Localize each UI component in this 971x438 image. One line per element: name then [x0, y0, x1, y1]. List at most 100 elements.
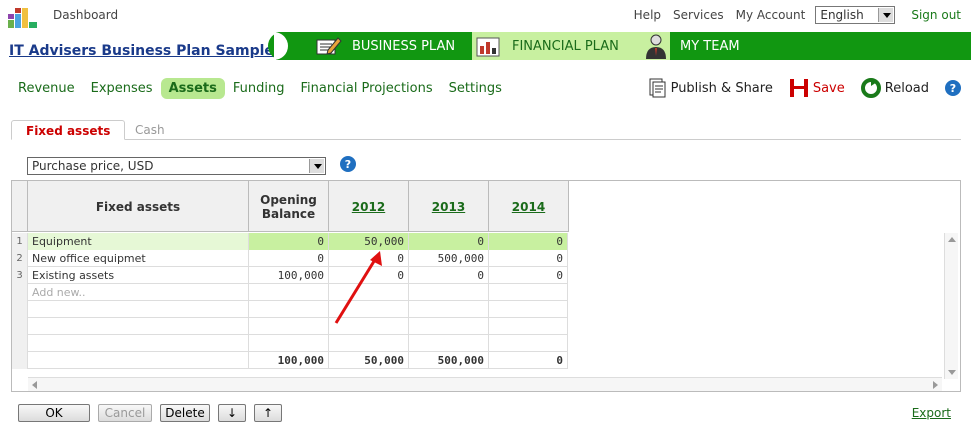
header-index-cell	[12, 181, 28, 232]
save-icon	[789, 78, 809, 98]
action-bar: Publish & Share Save Reload ?	[631, 78, 961, 98]
year-2014-cell[interactable]: 0	[489, 233, 568, 250]
empty-row[interactable]	[12, 335, 568, 352]
asset-name-cell[interactable]: Equipment	[28, 233, 249, 250]
subnav-revenue[interactable]: Revenue	[10, 78, 83, 99]
language-value: English	[820, 8, 864, 22]
sub-nav: Revenue Expenses Assets Funding Financia…	[10, 78, 510, 99]
ok-button[interactable]: OK	[18, 404, 90, 422]
empty-cell[interactable]	[409, 335, 489, 352]
total-year-2012: 50,000	[329, 352, 409, 369]
delete-button[interactable]: Delete	[160, 404, 210, 422]
year-2013-cell[interactable]: 500,000	[409, 250, 489, 267]
empty-cell[interactable]	[489, 318, 568, 335]
total-year-2014: 0	[489, 352, 568, 369]
empty-cell[interactable]	[489, 335, 568, 352]
subnav-expenses[interactable]: Expenses	[83, 78, 161, 99]
table-row[interactable]: 2 New office equipmet 0 0 500,000 0	[12, 250, 568, 267]
subnav-assets[interactable]: Assets	[160, 78, 225, 99]
main-nav-bar: BUSINESS PLAN FINANCIAL PLAN MY TEAM	[268, 32, 971, 60]
totals-label-cell	[28, 352, 249, 369]
language-select[interactable]: English	[815, 6, 896, 24]
year-2013-cell[interactable]: 0	[409, 267, 489, 284]
asset-name-cell[interactable]: New office equipmet	[28, 250, 249, 267]
measure-help-button[interactable]: ?	[340, 156, 356, 172]
empty-cell[interactable]	[409, 284, 489, 301]
scroll-up-icon[interactable]	[948, 237, 956, 242]
chevron-down-icon[interactable]	[309, 159, 324, 173]
save-button[interactable]: Save	[789, 78, 845, 98]
header-opening-balance: Opening Balance	[249, 181, 329, 232]
app-logo-icon[interactable]	[6, 2, 40, 30]
publish-share-button[interactable]: Publish & Share	[647, 78, 773, 98]
table-row[interactable]: 1 Equipment 0 50,000 0 0	[12, 233, 568, 250]
vertical-scrollbar[interactable]	[944, 233, 958, 379]
tab-cash[interactable]: Cash	[121, 120, 179, 140]
empty-cell[interactable]	[489, 301, 568, 318]
plan-title-link[interactable]: IT Advisers Business Plan Sample	[9, 43, 274, 59]
year-2014-cell[interactable]: 0	[489, 250, 568, 267]
empty-cell[interactable]	[28, 318, 249, 335]
subnav-funding[interactable]: Funding	[225, 78, 293, 99]
empty-cell[interactable]	[409, 301, 489, 318]
row-index	[12, 318, 28, 335]
asset-tabs: Fixed assets Cash	[11, 120, 961, 140]
help-button[interactable]: ?	[945, 80, 961, 96]
reload-label: Reload	[884, 80, 929, 96]
empty-cell[interactable]	[249, 284, 329, 301]
sign-out-link[interactable]: Sign out	[911, 8, 961, 22]
row-index: 3	[12, 267, 28, 284]
bar-chart-icon	[472, 32, 504, 60]
empty-cell[interactable]	[489, 284, 568, 301]
year-2013-cell[interactable]: 0	[409, 233, 489, 250]
red-arrow-annotation-icon	[334, 251, 382, 324]
empty-row[interactable]	[12, 318, 568, 335]
move-up-button[interactable]: ↑	[254, 404, 282, 422]
row-index	[12, 301, 28, 318]
reload-button[interactable]: Reload	[860, 78, 929, 98]
empty-cell[interactable]	[249, 335, 329, 352]
asset-name-cell[interactable]: Existing assets	[28, 267, 249, 284]
help-link[interactable]: Help	[634, 8, 661, 22]
my-account-link[interactable]: My Account	[736, 8, 806, 22]
totals-row: 100,000 50,000 500,000 0	[12, 352, 568, 369]
add-new-row[interactable]: Add new..	[12, 284, 568, 301]
scroll-down-icon[interactable]	[948, 370, 956, 375]
header-year-2013[interactable]: 2013	[409, 181, 489, 232]
empty-cell[interactable]	[249, 301, 329, 318]
cancel-button[interactable]: Cancel	[98, 404, 152, 422]
tab-fixed-assets[interactable]: Fixed assets	[11, 120, 126, 140]
header-year-2014[interactable]: 2014	[489, 181, 569, 232]
empty-cell[interactable]	[329, 335, 409, 352]
export-link[interactable]: Export	[912, 406, 951, 420]
opening-balance-cell[interactable]: 0	[249, 250, 329, 267]
services-link[interactable]: Services	[673, 8, 724, 22]
table-row[interactable]: 3 Existing assets 100,000 0 0 0	[12, 267, 568, 284]
tab-my-team-label: MY TEAM	[680, 38, 740, 54]
header-fixed-assets: Fixed assets	[28, 181, 249, 232]
header-year-2012[interactable]: 2012	[329, 181, 409, 232]
measure-select[interactable]: Purchase price, USD	[27, 157, 326, 175]
pencil-document-icon	[312, 32, 344, 60]
scroll-right-icon[interactable]	[933, 381, 938, 389]
opening-balance-cell[interactable]: 100,000	[249, 267, 329, 284]
scroll-left-icon[interactable]	[32, 381, 37, 389]
empty-cell[interactable]	[28, 301, 249, 318]
empty-cell[interactable]	[409, 318, 489, 335]
empty-row[interactable]	[12, 301, 568, 318]
subnav-financial-projections[interactable]: Financial Projections	[293, 78, 441, 99]
empty-cell[interactable]	[28, 335, 249, 352]
row-index	[12, 335, 28, 352]
horizontal-scrollbar[interactable]	[28, 377, 942, 391]
subnav-settings[interactable]: Settings	[441, 78, 510, 99]
move-down-button[interactable]: ↓	[218, 404, 246, 422]
chevron-down-icon[interactable]	[878, 8, 894, 22]
dashboard-link[interactable]: Dashboard	[53, 8, 118, 22]
opening-balance-cell[interactable]: 0	[249, 233, 329, 250]
publish-share-label: Publish & Share	[670, 80, 773, 96]
empty-cell[interactable]	[249, 318, 329, 335]
row-index: 2	[12, 250, 28, 267]
add-new-cell[interactable]: Add new..	[28, 284, 249, 301]
tab-my-team[interactable]: MY TEAM	[640, 32, 740, 60]
year-2014-cell[interactable]: 0	[489, 267, 568, 284]
